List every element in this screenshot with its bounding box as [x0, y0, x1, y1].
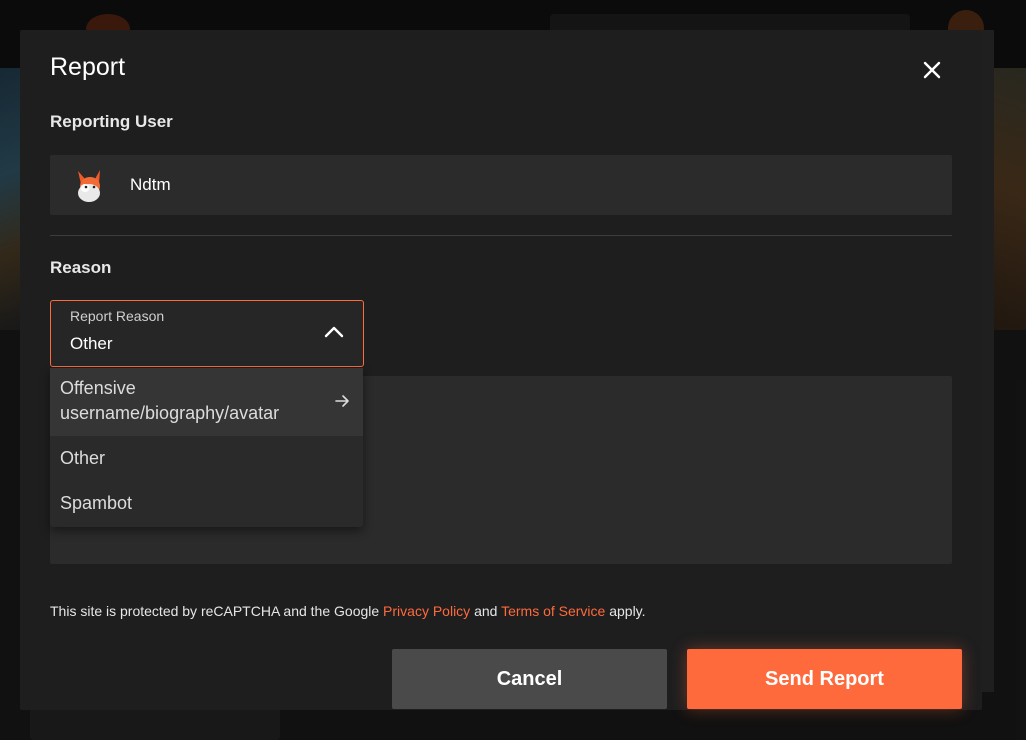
user-avatar [72, 167, 108, 203]
dropdown-option-label: Offensive [60, 378, 136, 398]
cancel-button[interactable]: Cancel [392, 649, 667, 709]
terms-of-service-link[interactable]: Terms of Service [501, 603, 605, 619]
arrow-right-icon [335, 395, 349, 407]
send-report-button[interactable]: Send Report [687, 649, 962, 709]
reason-label: Reason [50, 258, 112, 277]
report-reason-select-label: Report Reason [70, 308, 165, 324]
recaptcha-text: and [470, 603, 502, 619]
dropdown-option-label: Spambot [60, 493, 133, 513]
recaptcha-text: This site is protected by reCAPTCHA and … [50, 603, 384, 619]
recaptcha-text: apply. [605, 603, 646, 619]
reporting-user-card: Ndtm [50, 155, 952, 215]
reporting-user-name: Ndtm [130, 175, 171, 194]
dropdown-option-label: Other [60, 448, 106, 468]
close-icon [923, 61, 941, 79]
chevron-up-icon [324, 326, 344, 338]
dialog-title: Report [50, 53, 126, 81]
reporting-user-label: Reporting User [50, 112, 173, 131]
report-reason-selected-value: Other [70, 334, 113, 353]
report-reason-dropdown: Offensive username/biography/avatar Othe… [50, 368, 363, 527]
report-dialog: Report Reporting User Ndtm Reason Report… [20, 30, 982, 710]
dropdown-option-other[interactable]: Other [50, 436, 363, 481]
recaptcha-notice: This site is protected by reCAPTCHA and … [50, 603, 646, 619]
dropdown-option-spambot[interactable]: Spambot [50, 481, 363, 526]
fox-avatar-icon [78, 170, 100, 202]
dropdown-option-offensive[interactable]: Offensive username/biography/avatar [50, 368, 363, 436]
close-button[interactable] [920, 58, 944, 82]
section-divider [50, 235, 952, 236]
dropdown-option-label: username/biography/avatar [60, 403, 280, 423]
privacy-policy-link[interactable]: Privacy Policy [383, 603, 470, 619]
report-reason-select[interactable]: Report Reason Other [50, 300, 364, 367]
